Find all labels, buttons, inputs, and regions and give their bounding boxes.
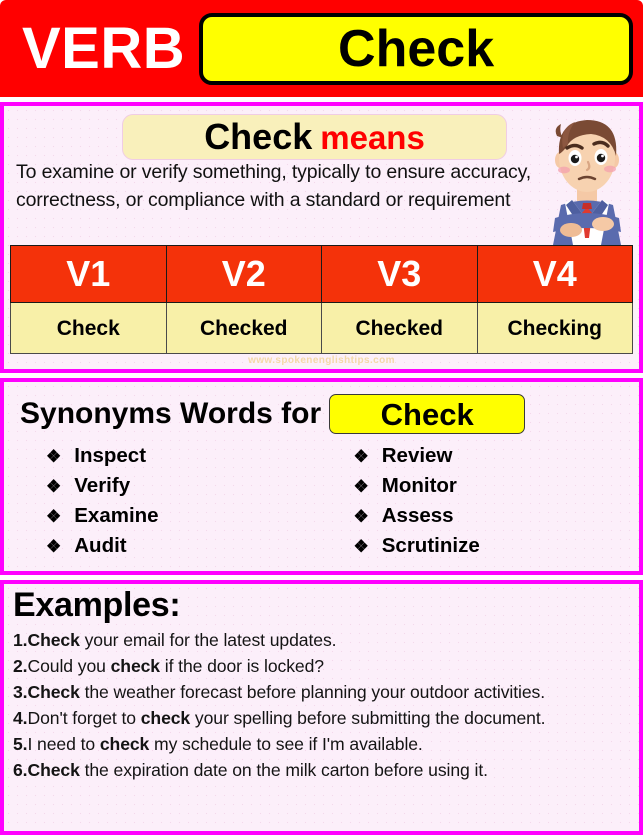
list-item: ❖ Monitor bbox=[354, 474, 630, 504]
verb-label: VERB bbox=[22, 15, 186, 81]
watermark: www.spokenenglishtips.com bbox=[248, 355, 395, 366]
example-keyword: Check bbox=[27, 682, 80, 703]
list-item: ❖ Assess bbox=[354, 504, 630, 534]
diamond-bullet-icon: ❖ bbox=[353, 477, 369, 496]
list-item: ❖ Inspect bbox=[46, 444, 322, 474]
verb-table-header-v4: V4 bbox=[476, 245, 633, 303]
verb-form-v2: Checked bbox=[165, 302, 322, 354]
example-text: my schedule to see if I'm available. bbox=[149, 734, 423, 755]
example-text: I need to bbox=[27, 734, 100, 755]
thinking-man-icon bbox=[553, 120, 621, 245]
example-keyword: Check bbox=[27, 630, 80, 651]
synonyms-title: Synonyms Words for bbox=[20, 397, 322, 430]
example-number: 6. bbox=[13, 760, 28, 781]
verb-flashcard-poster: VERB Check Check means To examine or ver… bbox=[0, 0, 643, 835]
verb-table-row: Check Checked Checked Checking bbox=[10, 302, 633, 354]
example-number: 1. bbox=[13, 630, 28, 651]
synonym-label: Examine bbox=[74, 504, 159, 527]
example-item: 1.Check your email for the latest update… bbox=[13, 627, 630, 653]
synonyms-left-column: ❖ Inspect ❖ Verify ❖ Examine ❖ Audit bbox=[14, 444, 322, 564]
means-banner-word: Check bbox=[204, 116, 313, 157]
examples-title: Examples: bbox=[13, 586, 181, 624]
example-keyword: check bbox=[140, 708, 191, 729]
example-number: 4. bbox=[13, 708, 28, 729]
diamond-bullet-icon: ❖ bbox=[353, 537, 369, 556]
example-text: the weather forecast before planning you… bbox=[79, 682, 546, 703]
list-item: ❖ Review bbox=[354, 444, 630, 474]
examples-section: Examples: 1.Check your email for the lat… bbox=[0, 580, 643, 835]
poster-header: VERB Check bbox=[0, 0, 643, 97]
verb-table-header-v1: V1 bbox=[10, 245, 167, 303]
synonyms-headword-chip: Check bbox=[329, 394, 526, 434]
synonyms-title-row: Synonyms Words for Check bbox=[14, 388, 629, 440]
synonyms-section: Synonyms Words for Check ❖ Inspect ❖ Ver… bbox=[0, 378, 643, 575]
synonyms-columns: ❖ Inspect ❖ Verify ❖ Examine ❖ Audit ❖ R… bbox=[14, 444, 629, 564]
example-text: Don't forget to bbox=[27, 708, 141, 729]
example-text: if the door is locked? bbox=[160, 656, 324, 677]
synonym-label: Monitor bbox=[381, 474, 457, 497]
example-number: 3. bbox=[13, 682, 28, 703]
synonym-label: Audit bbox=[74, 534, 127, 557]
list-item: ❖ Verify bbox=[46, 474, 322, 504]
synonym-label: Assess bbox=[381, 504, 454, 527]
means-banner-suffix: means bbox=[320, 118, 425, 156]
example-number: 5. bbox=[13, 734, 28, 755]
example-item: 3.Check the weather forecast before plan… bbox=[13, 679, 630, 705]
example-item: 2.Could you check if the door is locked? bbox=[13, 653, 630, 679]
example-item: 5.I need to check my schedule to see if … bbox=[13, 731, 630, 757]
means-banner: Check means bbox=[122, 114, 507, 160]
list-item: ❖ Examine bbox=[46, 504, 322, 534]
example-text: Could you bbox=[27, 656, 111, 677]
synonym-label: Verify bbox=[74, 474, 131, 497]
meaning-section: Check means To examine or verify somethi… bbox=[0, 102, 643, 373]
diamond-bullet-icon: ❖ bbox=[46, 537, 62, 556]
diamond-bullet-icon: ❖ bbox=[46, 507, 62, 526]
diamond-bullet-icon: ❖ bbox=[353, 447, 369, 466]
example-keyword: check bbox=[110, 656, 160, 677]
examples-list: 1.Check your email for the latest update… bbox=[13, 627, 630, 783]
list-item: ❖ Audit bbox=[46, 534, 322, 564]
synonym-label: Scrutinize bbox=[381, 534, 480, 557]
verb-table-header-row: V1 V2 V3 V4 bbox=[10, 245, 633, 303]
example-item: 4.Don't forget to check your spelling be… bbox=[13, 705, 630, 731]
example-keyword: check bbox=[99, 734, 150, 755]
synonym-label: Review bbox=[381, 444, 453, 467]
synonym-label: Inspect bbox=[74, 444, 147, 467]
verb-forms-table: V1 V2 V3 V4 Check Checked Checked Checki… bbox=[10, 245, 633, 354]
verb-form-v1: Check bbox=[10, 302, 167, 354]
verb-table-header-v2: V2 bbox=[165, 245, 322, 303]
example-number: 2. bbox=[13, 656, 28, 677]
example-item: 6.Check the expiration date on the milk … bbox=[13, 757, 630, 783]
example-text: your spelling before submitting the docu… bbox=[190, 708, 546, 729]
synonyms-headword-text: Check bbox=[380, 396, 474, 432]
diamond-bullet-icon: ❖ bbox=[46, 477, 62, 496]
example-text: your email for the latest updates. bbox=[79, 630, 337, 651]
list-item: ❖ Scrutinize bbox=[354, 534, 630, 564]
example-keyword: Check bbox=[27, 760, 80, 781]
diamond-bullet-icon: ❖ bbox=[353, 507, 369, 526]
diamond-bullet-icon: ❖ bbox=[46, 447, 62, 466]
headword-text: Check bbox=[338, 19, 495, 78]
verb-form-v3: Checked bbox=[321, 302, 478, 354]
example-text: the expiration date on the milk carton b… bbox=[79, 760, 488, 781]
verb-form-v4: Checking bbox=[476, 302, 633, 354]
headword-chip: Check bbox=[199, 12, 633, 85]
definition-text: To examine or verify something, typicall… bbox=[16, 161, 532, 212]
synonyms-right-column: ❖ Review ❖ Monitor ❖ Assess ❖ Scrutinize bbox=[322, 444, 630, 564]
verb-table-header-v3: V3 bbox=[321, 245, 478, 303]
